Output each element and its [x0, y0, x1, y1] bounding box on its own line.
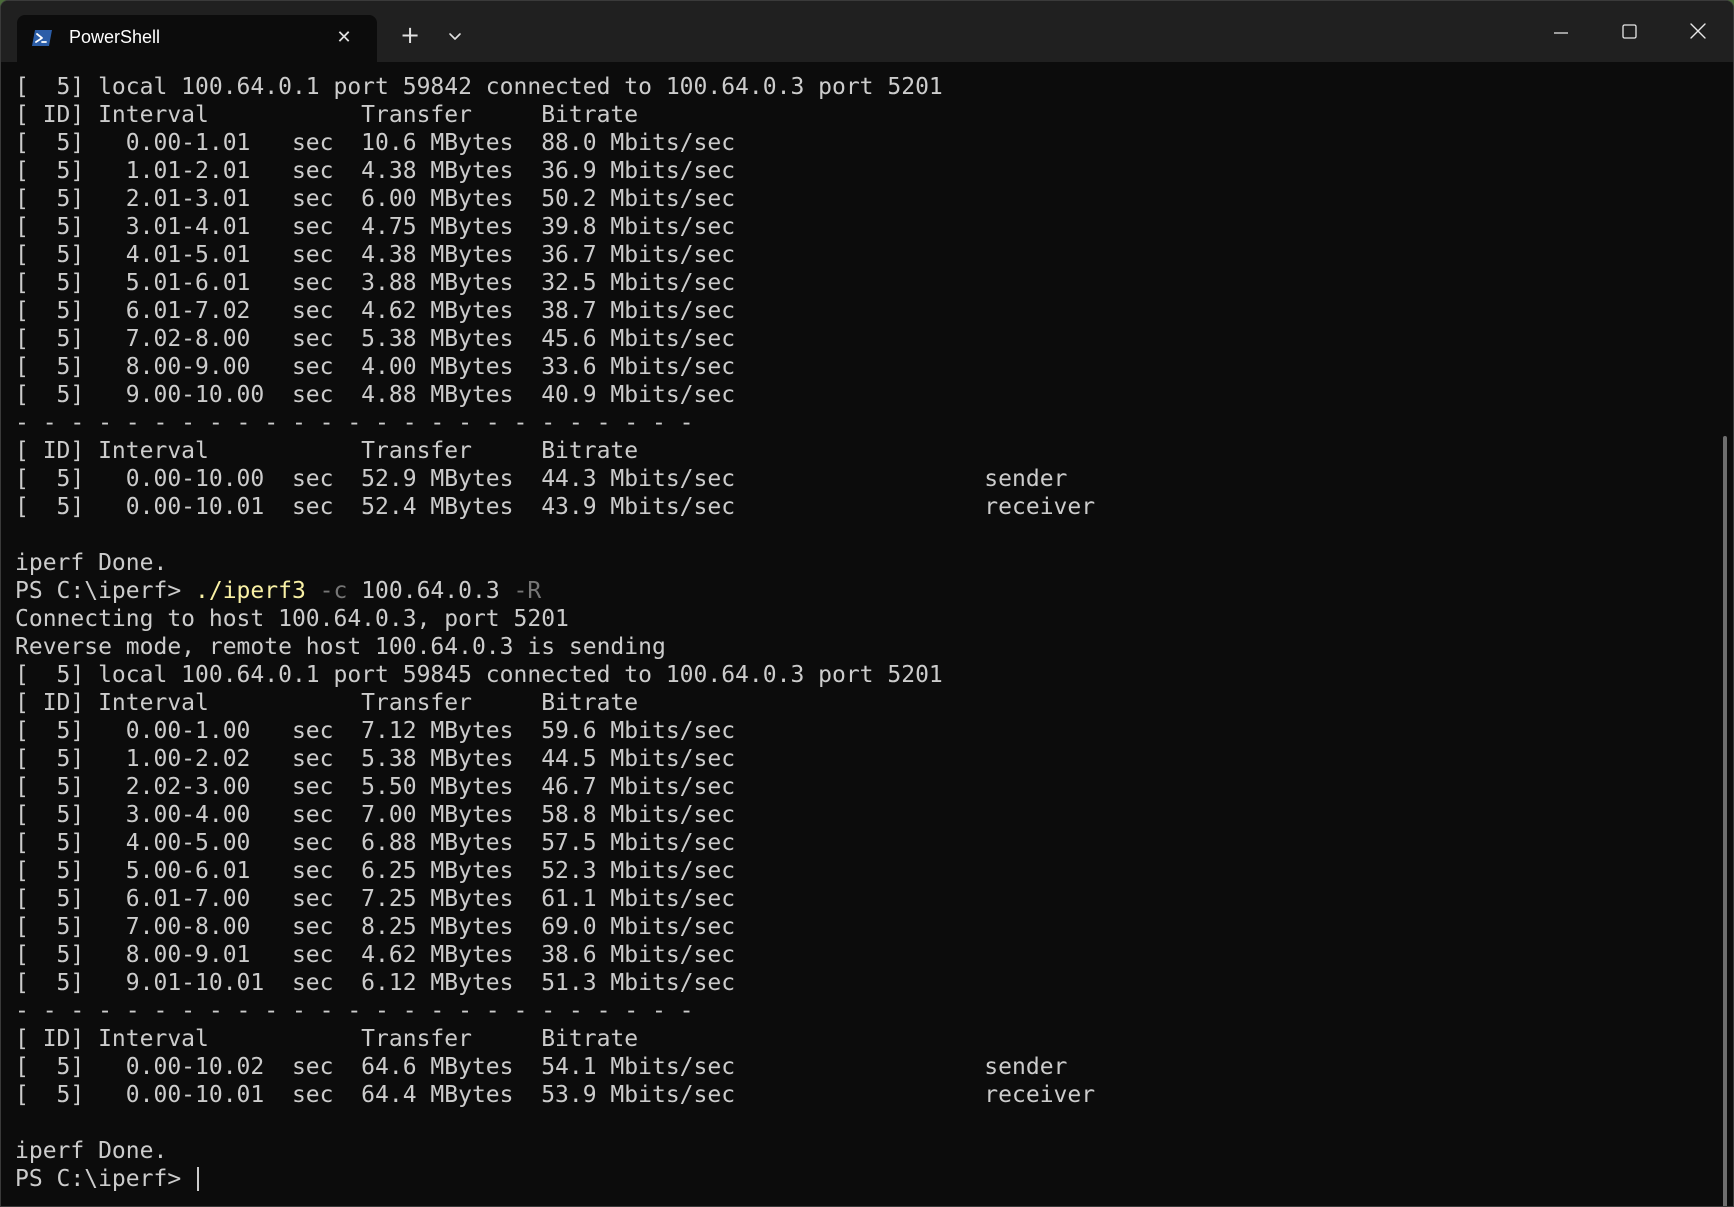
close-tab-button[interactable]: ✕	[332, 26, 356, 50]
tab-dropdown-button[interactable]	[441, 23, 469, 51]
output-line: [ 5] 4.01-5.01 sec 4.38 MBytes 36.7 Mbit…	[15, 242, 736, 268]
output-line: - - - - - - - - - - - - - - - - - - - - …	[15, 998, 694, 1024]
output-line: [ 5] 0.00-10.01 sec 64.4 MBytes 53.9 Mbi…	[15, 1082, 1096, 1108]
new-tab-button[interactable]: +	[396, 21, 424, 49]
command-line: PS C:\iperf> ./iperf3 -c 100.64.0.3 -R	[15, 577, 1095, 605]
powershell-icon	[32, 30, 52, 46]
close-icon	[1690, 23, 1706, 39]
output-line: [ 5] 6.01-7.02 sec 4.62 MBytes 38.7 Mbit…	[15, 298, 736, 324]
tab-title: PowerShell	[69, 27, 161, 47]
output-line: [ 5] 0.00-1.00 sec 7.12 MBytes 59.6 Mbit…	[15, 718, 736, 744]
output-line: [ 5] 0.00-1.01 sec 10.6 MBytes 88.0 Mbit…	[15, 130, 736, 156]
output-line: iperf Done.	[15, 1138, 168, 1164]
output-line: [ 5] 4.00-5.00 sec 6.88 MBytes 57.5 Mbit…	[15, 830, 736, 856]
terminal-pane[interactable]: [ 5] local 100.64.0.1 port 59842 connect…	[1, 62, 1733, 1206]
prompt: PS C:\iperf>	[15, 578, 196, 604]
command-executable: ./iperf3	[195, 578, 306, 604]
close-icon: ✕	[336, 27, 352, 48]
output-line: [ 5] 5.01-6.01 sec 3.88 MBytes 32.5 Mbit…	[15, 270, 736, 296]
output-line: [ ID] Interval Transfer Bitrate	[15, 102, 639, 128]
command-host: 100.64.0.3	[347, 578, 500, 604]
plus-icon: +	[399, 21, 421, 49]
output-line: [ 5] 0.00-10.02 sec 64.6 MBytes 54.1 Mbi…	[15, 1054, 1068, 1080]
prompt-line: PS C:\iperf>	[15, 1165, 1095, 1193]
output-line: [ 5] 0.00-10.00 sec 52.9 MBytes 44.3 Mbi…	[15, 466, 1068, 492]
output-line: [ 5] 3.01-4.01 sec 4.75 MBytes 39.8 Mbit…	[15, 214, 736, 240]
chevron-down-icon	[449, 33, 461, 40]
output-line: [ 5] 2.01-3.01 sec 6.00 MBytes 50.2 Mbit…	[15, 186, 736, 212]
output-line: [ 5] local 100.64.0.1 port 59845 connect…	[15, 662, 943, 688]
maximize-button[interactable]	[1609, 13, 1649, 53]
minimize-icon	[1554, 32, 1568, 34]
output-line: [ ID] Interval Transfer Bitrate	[15, 1026, 639, 1052]
output-line	[15, 1109, 1095, 1137]
output-line: Connecting to host 100.64.0.3, port 5201	[15, 606, 569, 632]
output-line: [ 5] 5.00-6.01 sec 6.25 MBytes 52.3 Mbit…	[15, 858, 736, 884]
output-line: [ 5] 1.00-2.02 sec 5.38 MBytes 44.5 Mbit…	[15, 746, 736, 772]
output-line: [ 5] 1.01-2.01 sec 4.38 MBytes 36.9 Mbit…	[15, 158, 736, 184]
terminal-output: [ 5] local 100.64.0.1 port 59842 connect…	[15, 73, 1095, 1193]
output-line: - - - - - - - - - - - - - - - - - - - - …	[15, 410, 694, 436]
output-line: [ 5] 0.00-10.01 sec 52.4 MBytes 43.9 Mbi…	[15, 494, 1096, 520]
output-line: [ ID] Interval Transfer Bitrate	[15, 690, 639, 716]
title-bar[interactable]: PowerShell ✕ +	[1, 1, 1733, 62]
output-line: [ 5] 9.01-10.01 sec 6.12 MBytes 51.3 Mbi…	[15, 970, 736, 996]
output-line: [ 5] local 100.64.0.1 port 59842 connect…	[15, 74, 943, 100]
close-window-button[interactable]	[1678, 13, 1718, 53]
output-line: [ ID] Interval Transfer Bitrate	[15, 438, 639, 464]
output-line: Reverse mode, remote host 100.64.0.3 is …	[15, 634, 666, 660]
maximize-icon	[1622, 24, 1637, 39]
output-line: [ 5] 7.00-8.00 sec 8.25 MBytes 69.0 Mbit…	[15, 914, 736, 940]
output-line: iperf Done.	[15, 550, 168, 576]
output-line: [ 5] 7.02-8.00 sec 5.38 MBytes 45.6 Mbit…	[15, 326, 736, 352]
command-flag: -c	[305, 578, 348, 604]
output-line: [ 5] 3.00-4.00 sec 7.00 MBytes 58.8 Mbit…	[15, 802, 736, 828]
command-flag: -R	[499, 578, 542, 604]
prompt: PS C:\iperf>	[15, 1166, 196, 1192]
terminal-window: PowerShell ✕ + [5] local 100.64.0.1 por…	[0, 0, 1734, 1207]
output-line: [ 5] 9.00-10.00 sec 4.88 MBytes 40.9 Mbi…	[15, 382, 736, 408]
minimize-button[interactable]	[1541, 13, 1581, 53]
output-line: [ 5] 6.01-7.00 sec 7.25 MBytes 61.1 Mbit…	[15, 886, 736, 912]
output-line	[15, 521, 1095, 549]
output-line: [ 5] 8.00-9.01 sec 4.62 MBytes 38.6 Mbit…	[15, 942, 736, 968]
tab-powershell[interactable]: PowerShell ✕	[17, 15, 377, 62]
output-line: [ 5] 8.00-9.00 sec 4.00 MBytes 33.6 Mbit…	[15, 354, 736, 380]
output-line: [ 5] 2.02-3.00 sec 5.50 MBytes 46.7 Mbit…	[15, 774, 736, 800]
scrollbar-thumb[interactable]	[1723, 436, 1727, 1206]
text-cursor[interactable]	[197, 1167, 200, 1191]
